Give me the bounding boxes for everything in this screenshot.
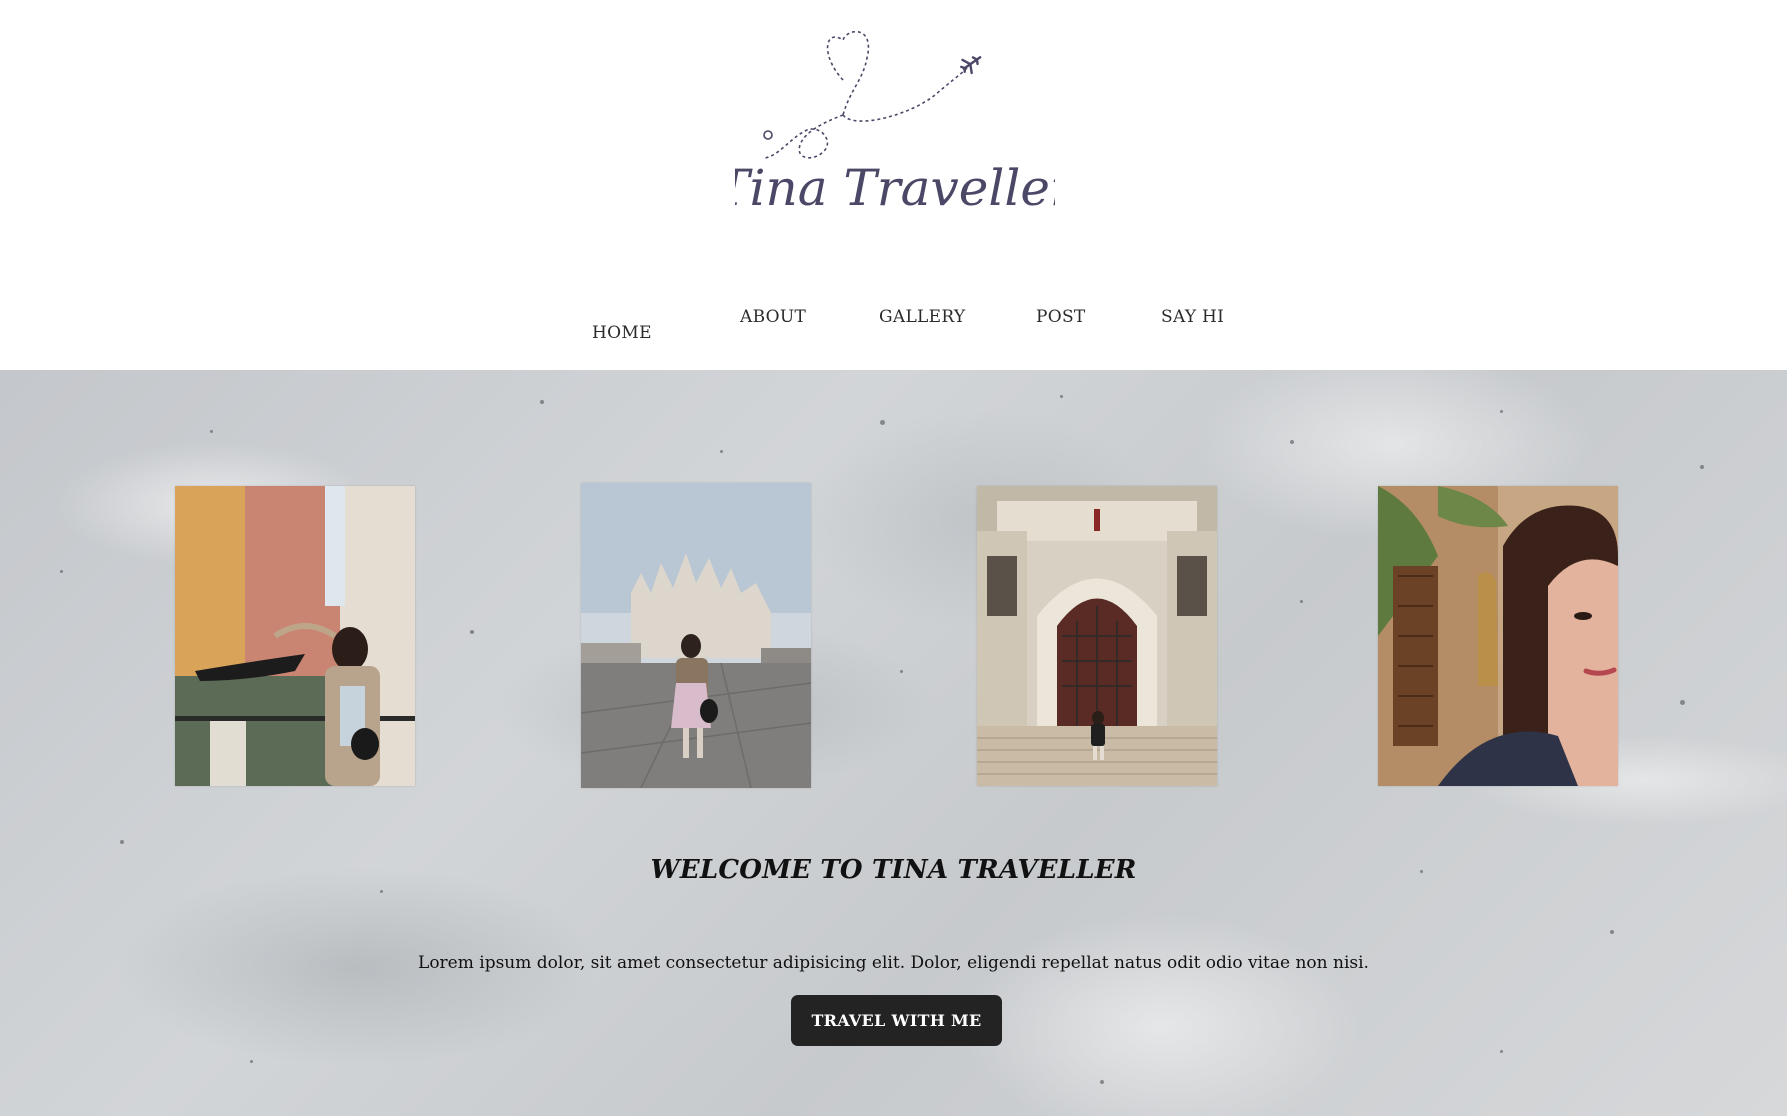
photo-milan-cathedral[interactable] [581,483,811,788]
site-header: Tina Traveller HOME ABOUT GALLERY POST S… [0,0,1787,370]
welcome-heading: WELCOME TO TINA TRAVELLER [650,855,1137,885]
photo-venice-canal[interactable] [175,486,415,786]
photo-selfie-courtyard[interactable] [1378,486,1618,786]
nav-post[interactable]: POST [1036,307,1086,327]
nav-about[interactable]: ABOUT [740,307,806,327]
nav-home[interactable]: HOME [592,323,652,343]
photo-palace-doorway[interactable] [977,486,1217,786]
location-pin-icon [763,130,773,140]
travel-with-me-button[interactable]: TRAVEL WITH ME [791,995,1002,1046]
nav-gallery[interactable]: GALLERY [879,307,965,327]
hero-section: WELCOME TO TINA TRAVELLER Lorem ipsum do… [0,370,1787,1116]
intro-paragraph: Lorem ipsum dolor, sit amet consectetur … [418,953,1369,973]
logo-wordmark: Tina Traveller [735,159,1055,217]
brand-logo[interactable]: Tina Traveller [735,20,1055,250]
page: Tina Traveller HOME ABOUT GALLERY POST S… [0,0,1787,1116]
heart-icon [764,30,968,159]
nav-say-hi[interactable]: SAY HI [1161,307,1224,327]
